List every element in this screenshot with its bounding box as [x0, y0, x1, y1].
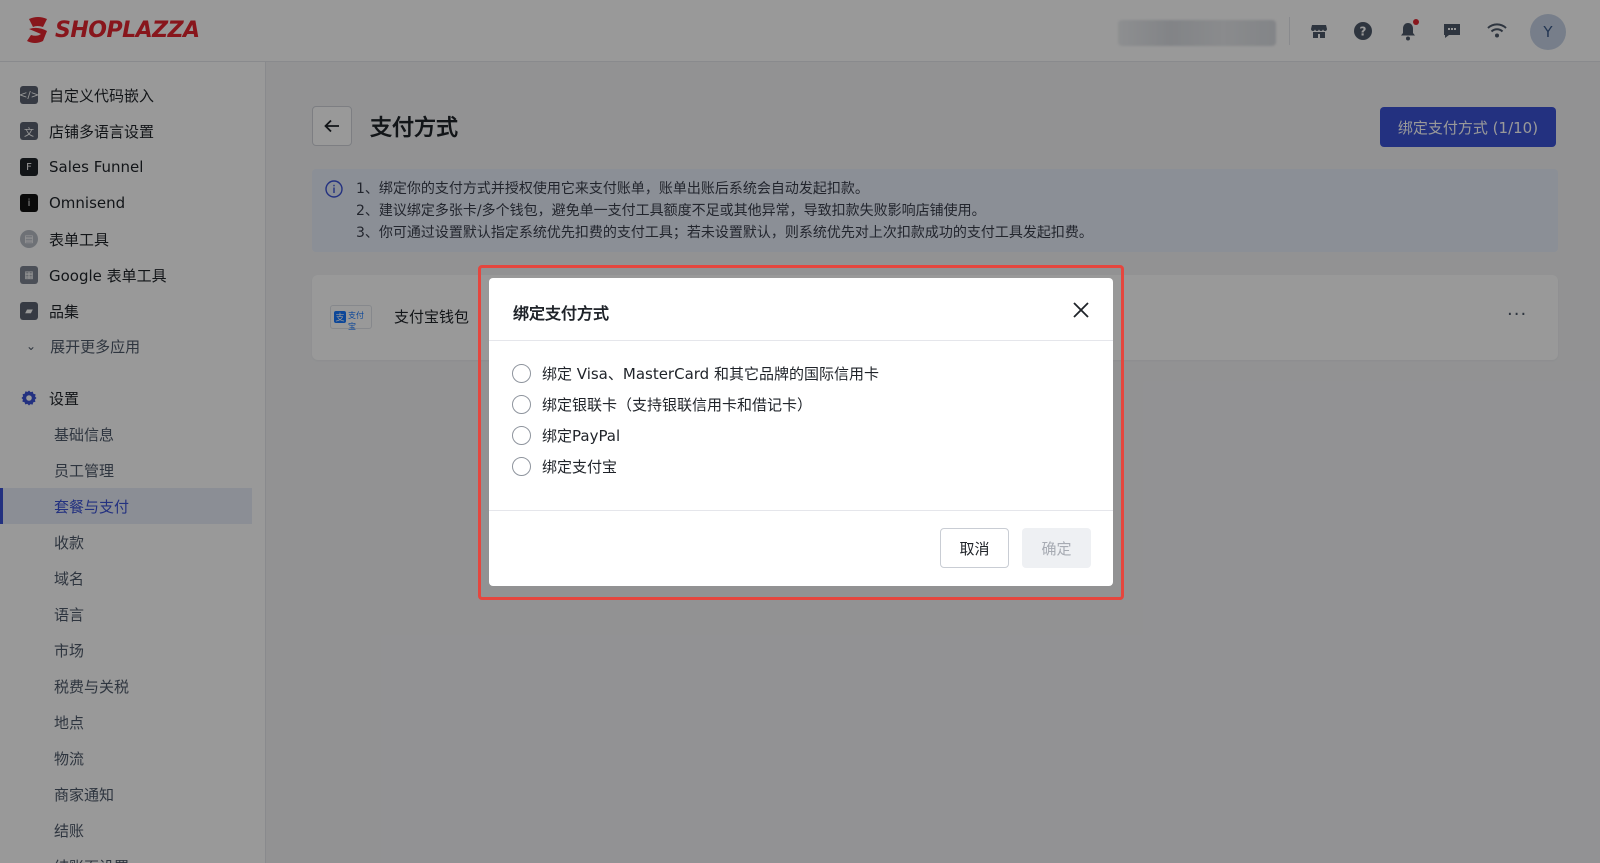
option-label: 绑定银联卡（支持银联信用卡和借记卡） — [542, 395, 813, 414]
close-icon[interactable] — [1069, 298, 1093, 322]
cancel-button[interactable]: 取消 — [940, 528, 1009, 568]
option-unionpay[interactable]: 绑定银联卡（支持银联信用卡和借记卡） — [512, 392, 812, 416]
dialog-footer-divider — [489, 510, 1113, 511]
option-international-card[interactable]: 绑定 Visa、MasterCard 和其它品牌的国际信用卡 — [512, 361, 879, 385]
option-label: 绑定支付宝 — [542, 457, 618, 476]
radio-button[interactable] — [512, 394, 531, 414]
radio-button[interactable] — [512, 456, 531, 476]
dialog-title: 绑定支付方式 — [513, 304, 610, 323]
radio-button[interactable] — [512, 363, 531, 383]
option-label: 绑定PayPal — [542, 426, 621, 445]
confirm-button[interactable]: 确定 — [1022, 528, 1091, 568]
option-paypal[interactable]: 绑定PayPal — [512, 423, 620, 447]
radio-button[interactable] — [512, 425, 531, 445]
option-alipay[interactable]: 绑定支付宝 — [512, 454, 617, 478]
bind-payment-dialog: 绑定支付方式 绑定 Visa、MasterCard 和其它品牌的国际信用卡 绑定… — [489, 278, 1113, 586]
dialog-header-divider — [489, 340, 1113, 341]
option-label: 绑定 Visa、MasterCard 和其它品牌的国际信用卡 — [542, 364, 879, 383]
